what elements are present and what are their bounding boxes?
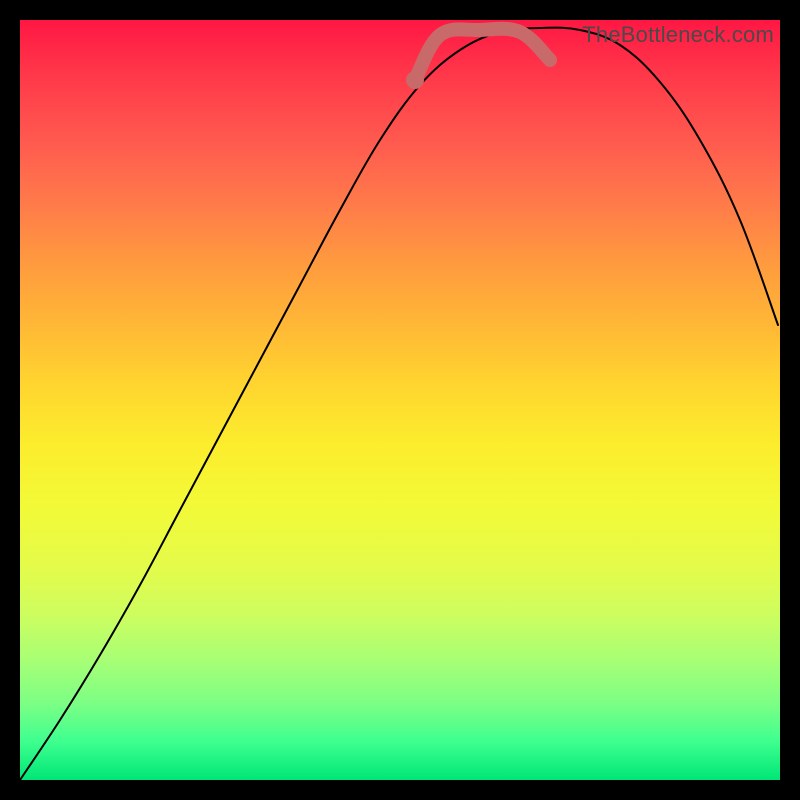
watermark-label: TheBottleneck.com [582, 22, 774, 48]
chart-frame: TheBottleneck.com [20, 20, 780, 780]
bottleneck-curve [20, 28, 778, 780]
chart-svg [20, 20, 780, 780]
highlight-dot [406, 71, 424, 89]
highlight-segment [415, 29, 550, 80]
